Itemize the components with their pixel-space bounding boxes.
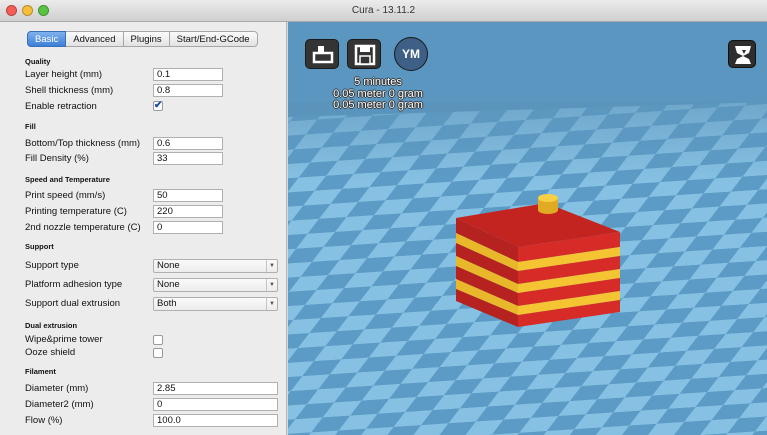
layer-height-label: Layer height (mm) <box>25 69 103 80</box>
save-icon <box>354 44 376 66</box>
ooze-shield-label: Ooze shield <box>25 347 76 358</box>
title-bar: Cura - 13.11.2 <box>0 0 767 22</box>
shell-thickness-field[interactable]: 0.8 <box>153 84 223 97</box>
dropdown-arrow-icon: ▼ <box>266 279 277 291</box>
dropdown-arrow-icon: ▼ <box>266 298 277 310</box>
section-support-header: Support <box>25 242 54 251</box>
support-type-label: Support type <box>25 260 79 271</box>
platform-adhesion-label: Platform adhesion type <box>25 279 123 290</box>
view-mode-button[interactable] <box>728 40 756 68</box>
nozzle2-temperature-label: 2nd nozzle temperature (C) <box>25 222 141 233</box>
print-speed-field[interactable]: 50 <box>153 189 223 202</box>
section-fill-header: Fill <box>25 122 36 131</box>
print-speed-label: Print speed (mm/s) <box>25 190 106 201</box>
fill-density-label: Fill Density (%) <box>25 153 89 164</box>
tab-start-end-gcode[interactable]: Start/End-GCode <box>169 31 258 47</box>
save-gcode-button[interactable] <box>347 39 381 69</box>
support-type-value: None <box>157 260 180 271</box>
printing-temperature-label: Printing temperature (C) <box>25 206 127 217</box>
support-dual-extrusion-select[interactable]: Both ▼ <box>153 297 278 311</box>
printing-temperature-field[interactable]: 220 <box>153 205 223 218</box>
platform-adhesion-value: None <box>157 279 180 290</box>
load-file-button[interactable] <box>305 39 339 69</box>
youmagine-icon: YM <box>402 47 420 61</box>
section-filament-header: Filament <box>25 367 56 376</box>
support-dual-extrusion-label: Support dual extrusion <box>25 298 121 309</box>
wipe-prime-tower-checkbox[interactable] <box>153 335 163 345</box>
filament-usage-text-2: 0.05 meter 0 gram <box>333 99 423 111</box>
diameter2-label: Diameter2 (mm) <box>25 399 94 410</box>
enable-retraction-checkbox[interactable]: ✔ <box>153 101 163 111</box>
nozzle2-temperature-field[interactable]: 0 <box>153 221 223 234</box>
section-speed-header: Speed and Temperature <box>25 175 110 184</box>
support-dual-extrusion-value: Both <box>157 298 177 309</box>
wipe-prime-tower-label: Wipe&prime tower <box>25 334 103 345</box>
fill-density-field[interactable]: 33 <box>153 152 223 165</box>
3d-viewport[interactable]: YM 5 minutes 0.05 meter 0 gram 0.05 mete… <box>288 22 767 435</box>
settings-tabs: Basic Advanced Plugins Start/End-GCode <box>27 31 258 47</box>
layer-height-field[interactable]: 0.1 <box>153 68 223 81</box>
ooze-shield-checkbox[interactable] <box>153 348 163 358</box>
bottom-top-thickness-field[interactable]: 0.6 <box>153 137 223 150</box>
bottom-top-thickness-label: Bottom/Top thickness (mm) <box>25 138 141 149</box>
print-time-text: 5 minutes <box>354 76 402 88</box>
diameter-field[interactable]: 2.85 <box>153 382 278 395</box>
window-title: Cura - 13.11.2 <box>351 5 416 16</box>
enable-retraction-label: Enable retraction <box>25 101 97 112</box>
tab-advanced[interactable]: Advanced <box>66 31 124 47</box>
flow-label: Flow (%) <box>25 415 63 426</box>
diameter2-field[interactable]: 0 <box>153 398 278 411</box>
support-type-select[interactable]: None ▼ <box>153 259 278 273</box>
load-file-icon <box>312 46 334 64</box>
tab-plugins[interactable]: Plugins <box>123 31 170 47</box>
settings-panel: Basic Advanced Plugins Start/End-GCode Q… <box>0 22 287 435</box>
view-mode-icon <box>735 46 751 64</box>
flow-field[interactable]: 100.0 <box>153 414 278 427</box>
youmagine-button[interactable]: YM <box>394 37 428 71</box>
tab-basic[interactable]: Basic <box>27 31 67 47</box>
dropdown-arrow-icon: ▼ <box>266 260 277 272</box>
shell-thickness-label: Shell thickness (mm) <box>25 85 114 96</box>
section-quality-header: Quality <box>25 57 51 66</box>
platform-adhesion-select[interactable]: None ▼ <box>153 278 278 292</box>
section-dual-extrusion-header: Dual extrusion <box>25 321 78 330</box>
diameter-label: Diameter (mm) <box>25 383 89 394</box>
